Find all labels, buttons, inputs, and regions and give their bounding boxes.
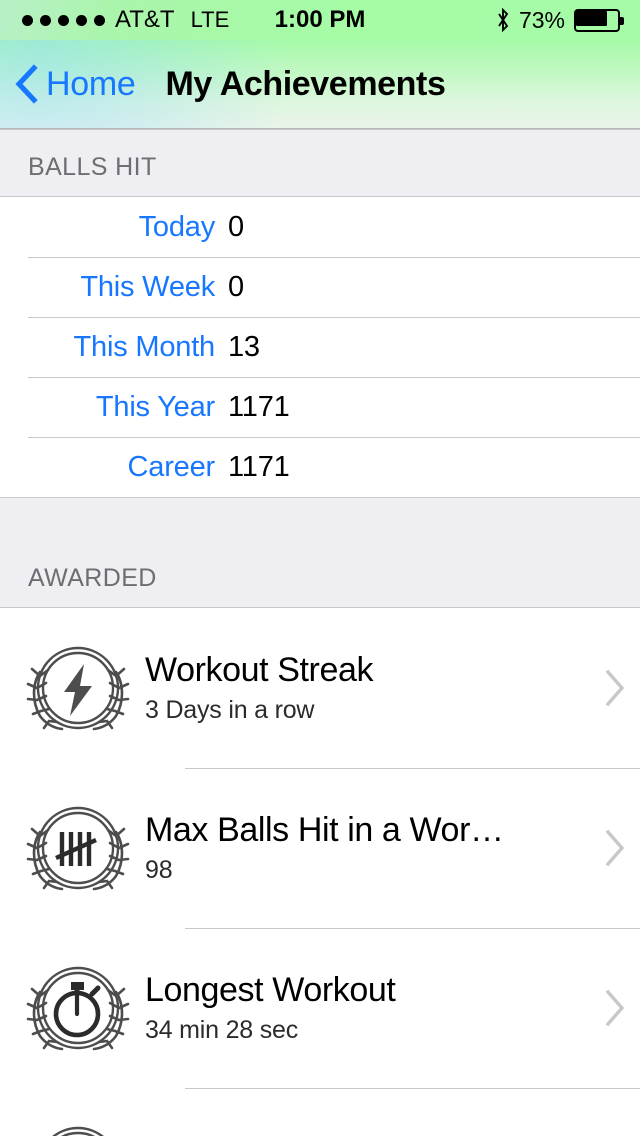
achievement-subtitle: 34 min 28 sec xyxy=(145,1016,299,1044)
achievement-text: Workout Streak 3 Days in a row xyxy=(145,651,590,725)
list-item[interactable]: Max Consecutive W xyxy=(0,1088,640,1136)
app-screen: AT&T LTE 1:00 PM 73% Home My Achievement… xyxy=(0,0,640,1136)
balls-hit-list: Today 0 This Week 0 This Month 13 This Y… xyxy=(0,197,640,497)
back-button[interactable]: Home xyxy=(0,64,136,104)
achievement-title: Workout Streak xyxy=(145,651,374,689)
chevron-right-icon[interactable] xyxy=(590,989,640,1027)
achievement-subtitle: 3 Days in a row xyxy=(145,696,315,724)
awarded-list: Workout Streak 3 Days in a row Max Balls… xyxy=(0,608,640,1136)
laurel-badge-tally-marks-icon xyxy=(0,796,145,900)
stat-label: Career xyxy=(127,450,216,483)
list-item[interactable]: This Month 13 xyxy=(0,317,640,377)
page-title: My Achievements xyxy=(165,64,446,103)
stat-value: 0 xyxy=(228,270,244,303)
bluetooth-icon xyxy=(498,8,509,32)
chevron-right-icon[interactable] xyxy=(590,829,640,867)
list-item[interactable]: Max Balls Hit in a Wor… 98 xyxy=(0,768,640,928)
battery-percent-label: 73% xyxy=(518,6,565,33)
stat-value: 0 xyxy=(228,210,244,243)
laurel-badge-partial-icon xyxy=(0,1116,145,1136)
status-bar-right: 73% xyxy=(496,0,624,40)
list-item[interactable]: Workout Streak 3 Days in a row xyxy=(0,608,640,768)
stat-value: 1171 xyxy=(228,390,290,423)
laurel-badge-lightning-bolt-icon xyxy=(0,636,145,740)
battery-icon xyxy=(574,8,624,32)
stat-label: This Month xyxy=(73,330,216,363)
chevron-left-icon xyxy=(15,64,38,104)
list-item[interactable]: Today 0 xyxy=(0,197,640,257)
back-button-label: Home xyxy=(46,64,136,103)
stat-value: 13 xyxy=(228,330,260,363)
stat-label: This Year xyxy=(95,390,215,423)
list-item[interactable]: Longest Workout 34 min 28 sec xyxy=(0,928,640,1088)
list-item[interactable]: This Week 0 xyxy=(0,257,640,317)
navigation-bar: Home My Achievements xyxy=(0,40,640,129)
laurel-badge-stopwatch-icon xyxy=(0,956,145,1060)
achievement-title: Max Balls Hit in a Wor… xyxy=(145,811,504,849)
section-header-awarded: AWARDED xyxy=(0,497,640,608)
list-item[interactable]: Career 1171 xyxy=(0,437,640,497)
status-bar: AT&T LTE 1:00 PM 73% xyxy=(0,0,640,40)
achievement-text: Max Balls Hit in a Wor… 98 xyxy=(145,811,590,885)
list-item[interactable]: This Year 1171 xyxy=(0,377,640,437)
section-header-balls-hit: BALLS HIT xyxy=(0,129,640,197)
achievement-subtitle: 98 xyxy=(145,856,173,884)
achievement-text: Longest Workout 34 min 28 sec xyxy=(145,971,590,1045)
stat-value: 1171 xyxy=(228,450,290,483)
stat-label: Today xyxy=(138,210,216,243)
stat-label: This Week xyxy=(80,270,215,303)
achievement-title: Longest Workout xyxy=(145,971,396,1009)
chevron-right-icon[interactable] xyxy=(590,669,640,707)
